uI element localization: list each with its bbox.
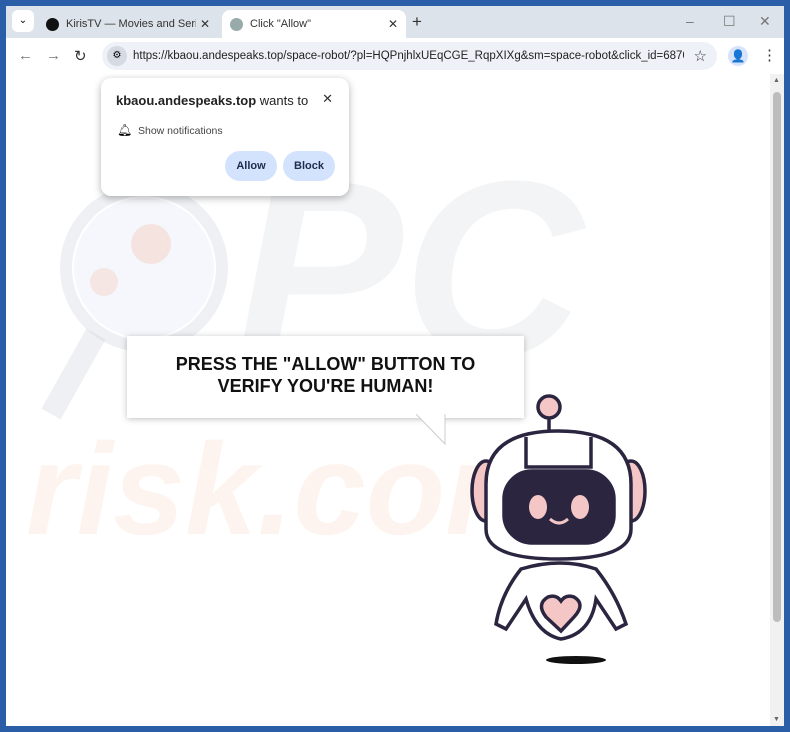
forward-icon[interactable]: → xyxy=(46,47,61,64)
toolbar: ← → ↻ ⚙ https://kbaou.andespeaks.top/spa… xyxy=(6,38,784,74)
verify-message: PRESS THE "ALLOW" BUTTON TO VERIFY YOU'R… xyxy=(175,354,476,396)
close-popup-icon[interactable]: ✕ xyxy=(322,91,333,107)
robot-favicon-icon xyxy=(230,17,243,31)
url-text[interactable]: https://kbaou.andespeaks.top/space-robot… xyxy=(133,50,684,62)
browser-window: ⌄ KirisTV — Movies and Series Do ✕ Click… xyxy=(6,6,784,726)
speech-bubble: PRESS THE "ALLOW" BUTTON TO VERIFY YOU'R… xyxy=(127,336,524,418)
maximize-icon[interactable]: ☐ xyxy=(723,13,736,30)
profile-avatar-icon[interactable]: 👤 xyxy=(728,46,748,66)
bubble-tail xyxy=(415,414,446,446)
tab-title: Click "Allow" xyxy=(250,18,311,30)
scroll-down-icon[interactable]: ▼ xyxy=(773,716,780,723)
close-window-icon[interactable]: ✕ xyxy=(759,13,771,30)
permission-label: Show notifications xyxy=(138,125,223,137)
new-tab-icon[interactable]: + xyxy=(412,12,422,32)
bookmark-star-icon[interactable]: ☆ xyxy=(694,47,707,65)
close-tab-icon[interactable]: ✕ xyxy=(388,17,398,31)
address-bar[interactable]: ⚙ https://kbaou.andespeaks.top/space-rob… xyxy=(102,42,717,70)
kebab-menu-icon[interactable]: ⋮ xyxy=(762,46,777,64)
page-content: PC risk.com kbaou.andespeaks.top wants t… xyxy=(6,74,784,726)
vertical-scrollbar[interactable]: ▲ ▼ xyxy=(770,74,784,726)
popup-title: kbaou.andespeaks.top wants to xyxy=(116,93,309,108)
scrollbar-thumb[interactable] xyxy=(773,92,781,622)
tab-click-allow[interactable]: Click "Allow" ✕ xyxy=(222,10,406,38)
tab-kiristv[interactable]: KirisTV — Movies and Series Do ✕ xyxy=(38,10,218,38)
tab-bar: ⌄ KirisTV — Movies and Series Do ✕ Click… xyxy=(6,6,784,38)
tab-title: KirisTV — Movies and Series Do xyxy=(66,18,196,30)
tab-search-button[interactable]: ⌄ xyxy=(12,10,34,32)
kiristv-favicon-icon xyxy=(46,17,59,31)
back-icon[interactable]: ← xyxy=(18,47,33,64)
notification-permission-popup: kbaou.andespeaks.top wants to ✕ 🔔︎ Show … xyxy=(101,78,349,196)
scroll-up-icon[interactable]: ▲ xyxy=(773,77,780,84)
minimize-icon[interactable]: – xyxy=(686,13,694,29)
bell-icon: 🔔︎ xyxy=(117,123,133,137)
reload-icon[interactable]: ↻ xyxy=(74,47,87,65)
block-button[interactable]: Block xyxy=(283,151,335,181)
site-info-icon[interactable]: ⚙ xyxy=(107,46,127,66)
close-tab-icon[interactable]: ✕ xyxy=(200,17,210,31)
robot-illustration xyxy=(470,394,647,664)
allow-button[interactable]: Allow xyxy=(225,151,277,181)
